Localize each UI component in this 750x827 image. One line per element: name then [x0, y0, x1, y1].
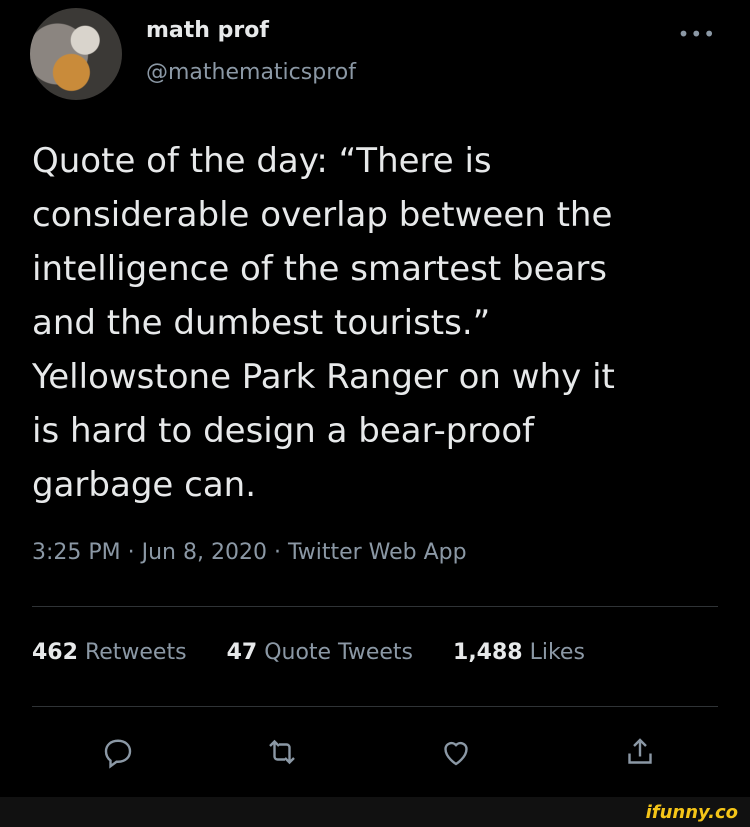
retweets-stat[interactable]: 462 Retweets — [32, 640, 187, 665]
likes-label: Likes — [529, 640, 585, 665]
tweet-meta[interactable]: 3:25 PM · Jun 8, 2020 · Twitter Web App — [32, 540, 467, 565]
quote-tweets-count: 47 — [226, 640, 258, 665]
divider — [32, 606, 718, 607]
like-icon — [444, 741, 468, 766]
more-options-icon[interactable]: ••• — [678, 22, 716, 46]
tweet-text: Quote of the day: “There is considerable… — [32, 141, 615, 505]
like-button[interactable] — [432, 728, 480, 776]
quote-tweets-stat[interactable]: 47 Quote Tweets — [227, 640, 413, 665]
likes-count: 1,488 — [453, 640, 523, 665]
author-name[interactable]: math prof — [146, 18, 269, 43]
share-icon — [628, 738, 652, 764]
share-button[interactable] — [616, 728, 664, 776]
retweet-icon — [269, 739, 295, 765]
author-handle[interactable]: @mathematicsprof — [146, 60, 356, 85]
ifunny-watermark: ifunny.co — [645, 802, 738, 823]
retweets-label: Retweets — [84, 640, 187, 665]
retweet-button[interactable] — [258, 728, 306, 776]
reply-button[interactable] — [94, 728, 142, 776]
retweets-count: 462 — [32, 640, 78, 665]
tweet-stats: 462 Retweets 47 Quote Tweets 1,488 Likes — [32, 640, 625, 665]
avatar[interactable] — [30, 8, 122, 100]
divider — [32, 706, 718, 707]
tweet-header: math prof @mathematicsprof ••• — [30, 8, 720, 100]
action-bar — [32, 728, 718, 776]
likes-stat[interactable]: 1,488 Likes — [453, 640, 585, 665]
watermark-bar: ifunny.co — [0, 797, 750, 827]
quote-tweets-label: Quote Tweets — [264, 640, 414, 665]
reply-icon — [104, 739, 132, 769]
